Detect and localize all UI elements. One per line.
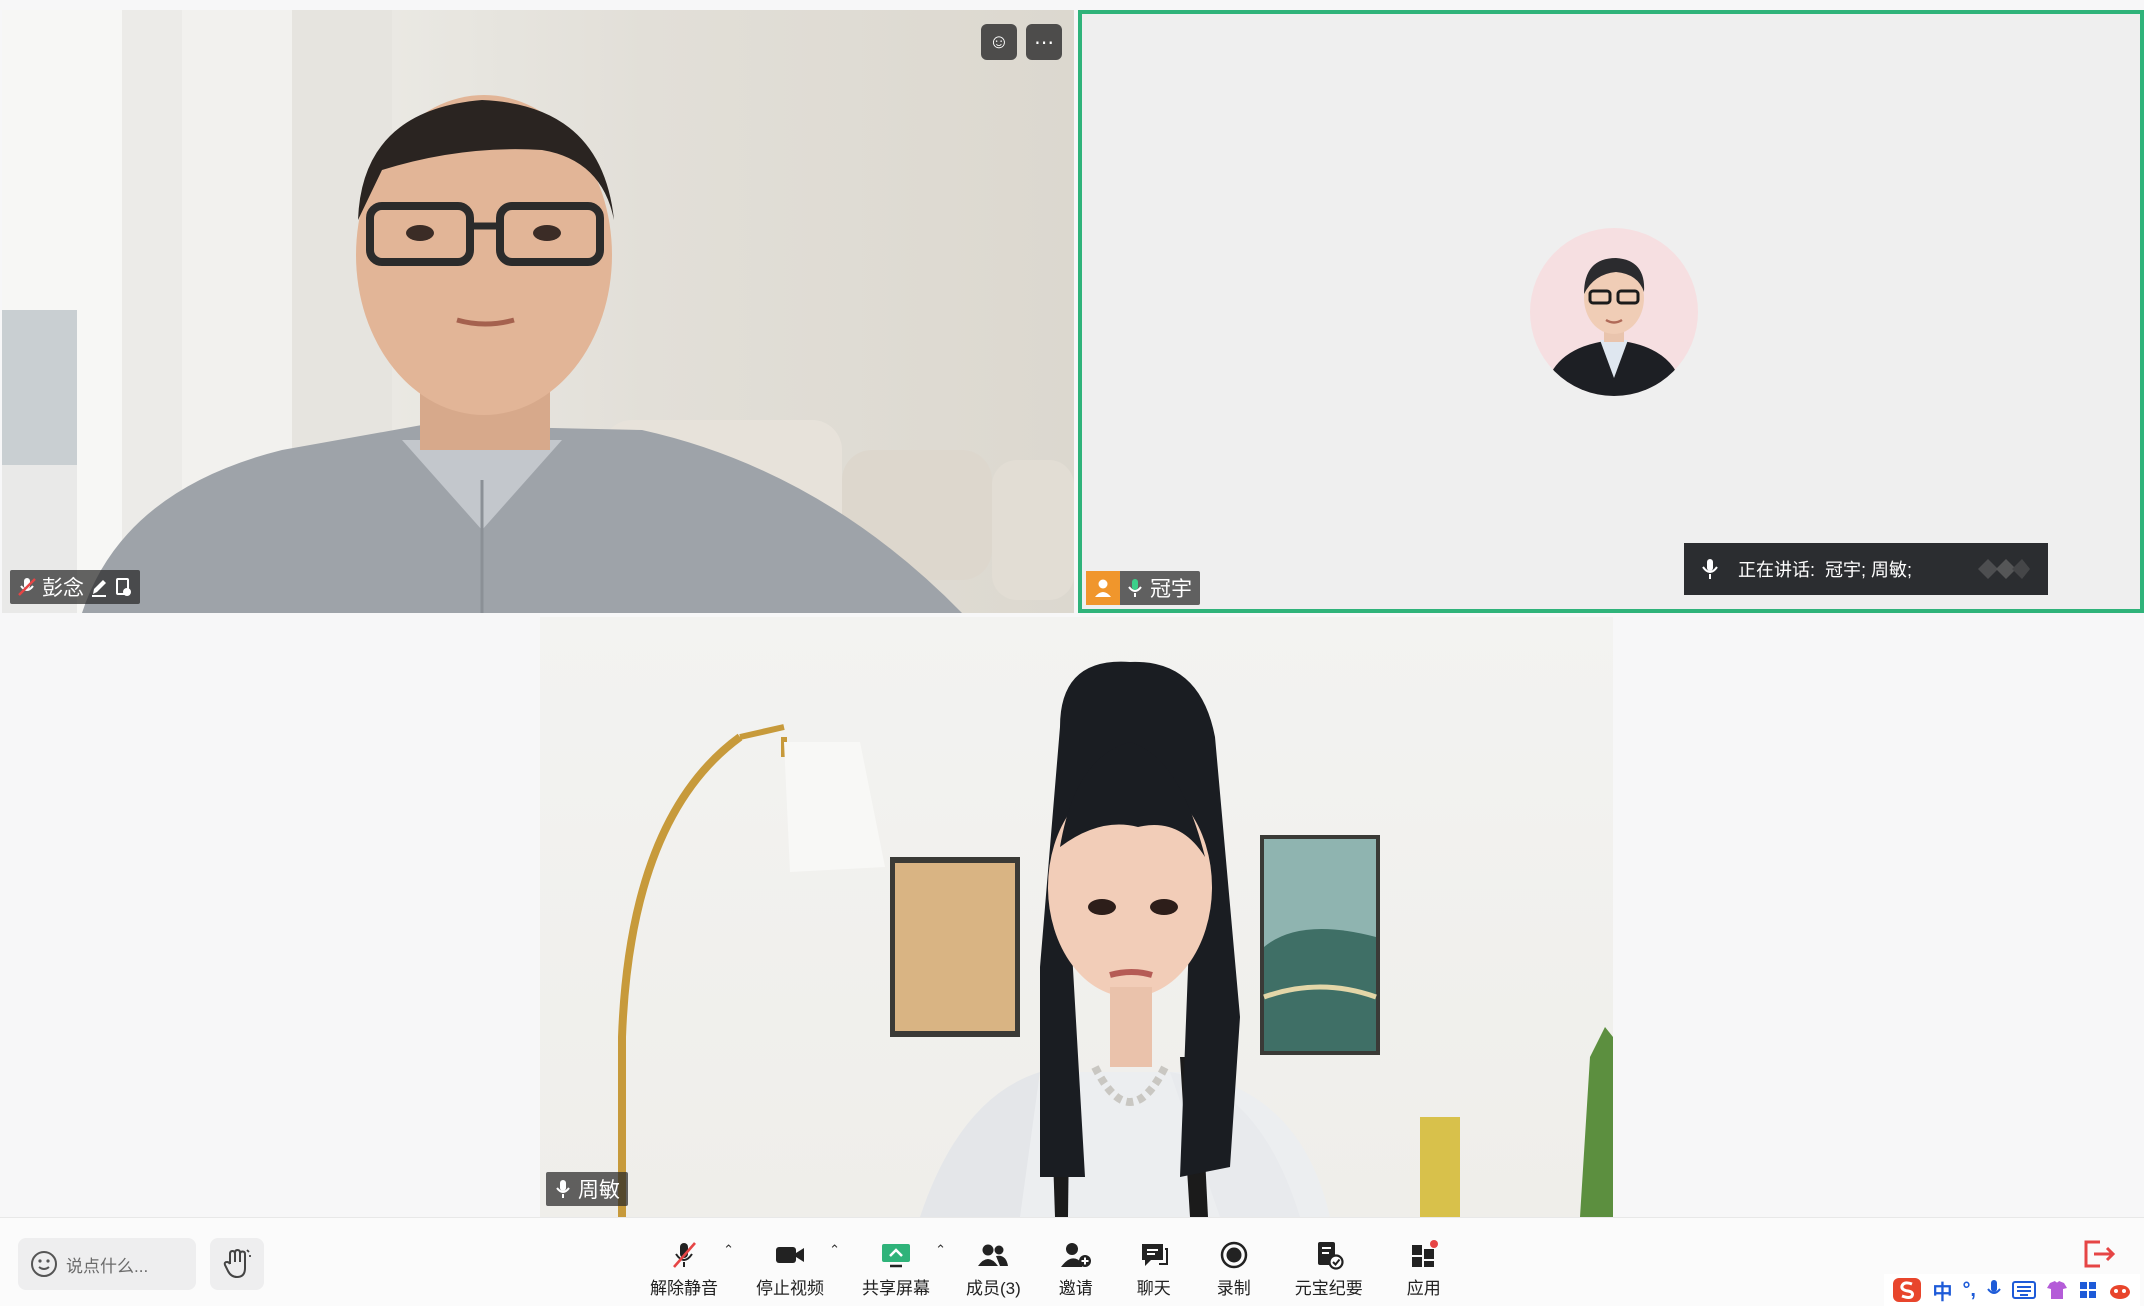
chevron-up-icon[interactable]: ⌃ <box>935 1242 946 1258</box>
emoji-icon[interactable] <box>30 1250 58 1278</box>
apps-label: 应用 <box>1406 1279 1441 1298</box>
members-button[interactable]: 成员(3) <box>966 1240 1021 1299</box>
mic-active-icon <box>1128 579 1142 597</box>
meeting-toolbar: 说点什么... 解除静音 ⌃ 停止视频 ⌃ 共享屏幕 ⌃ 成员(3) 邀请 聊天… <box>0 1217 2144 1306</box>
mic-icon <box>556 1180 570 1198</box>
raise-hand-button[interactable] <box>210 1238 264 1290</box>
chevron-up-icon[interactable]: ⌃ <box>723 1242 734 1258</box>
name-tag-zhoumin: 周敏 <box>546 1172 628 1206</box>
unmute-button[interactable]: 解除静音 ⌃ <box>650 1240 734 1299</box>
apps-button[interactable]: 应用 <box>1407 1240 1441 1299</box>
toolbox-icon[interactable] <box>2078 1280 2098 1300</box>
meeting-notes-button[interactable]: 元宝纪要 <box>1295 1240 1363 1299</box>
input-method-bar[interactable]: 中 °, <box>1884 1274 2140 1306</box>
stop-video-label: 停止视频 <box>756 1279 824 1298</box>
mic-muted-icon <box>18 578 36 596</box>
keyboard-icon[interactable] <box>2012 1281 2036 1299</box>
sogou-logo-icon <box>1893 1278 1922 1302</box>
annotate-pen-icon <box>92 580 106 597</box>
host-icon <box>1086 571 1120 605</box>
record-button[interactable]: 录制 <box>1217 1240 1251 1299</box>
members-icon <box>978 1244 1009 1266</box>
participant-name: 冠宇 <box>1150 578 1192 601</box>
quick-chat-input[interactable]: 说点什么... <box>18 1238 196 1290</box>
meeting-window: ☺ ⋯ 彭念 冠宇 正在讲话: 冠宇; 周敏; 周敏 说点什么... 解除静音 … <box>0 0 2144 1306</box>
share-screen-label: 共享屏幕 <box>862 1279 930 1298</box>
participant-video-pengnian <box>2 10 1074 613</box>
chevron-up-icon[interactable]: ⌃ <box>829 1242 840 1258</box>
avatar <box>1530 228 1698 396</box>
share-screen-icon <box>882 1244 910 1268</box>
participant-name: 彭念 <box>42 577 84 600</box>
chat-icon <box>1141 1244 1168 1266</box>
exit-icon <box>2084 1240 2116 1268</box>
chat-button[interactable]: 聊天 <box>1137 1240 1171 1299</box>
apps-icon <box>1411 1240 1438 1267</box>
meeting-notes-label: 元宝纪要 <box>1294 1279 1363 1298</box>
mic-off-icon <box>673 1242 696 1268</box>
stop-video-button[interactable]: 停止视频 ⌃ <box>756 1240 840 1299</box>
ime-mode[interactable]: 中 <box>1932 1276 1952 1305</box>
notes-icon <box>1317 1242 1344 1270</box>
leave-meeting-button[interactable] <box>2080 1238 2118 1270</box>
invite-button[interactable]: 邀请 <box>1059 1240 1093 1299</box>
share-screen-button[interactable]: 共享屏幕 ⌃ <box>862 1240 946 1299</box>
members-label: 成员(3) <box>966 1279 1021 1298</box>
document-icon <box>116 578 131 596</box>
video-tile-zhoumin[interactable]: 周敏 <box>540 617 1613 1217</box>
speaking-indicator: 正在讲话: 冠宇; 周敏; <box>1684 543 2048 595</box>
skin-icon[interactable] <box>2046 1280 2068 1300</box>
camera-icon <box>776 1247 804 1263</box>
more-options-icon[interactable]: ⋯ <box>1026 24 1062 60</box>
record-icon <box>1220 1241 1248 1269</box>
participant-name: 周敏 <box>578 1179 620 1202</box>
name-tag-guanyu: 冠宇 <box>1086 571 1200 605</box>
toolbar-actions: 解除静音 ⌃ 停止视频 ⌃ 共享屏幕 ⌃ 成员(3) 邀请 聊天 录制 元宝纪要… <box>650 1240 1441 1299</box>
chat-placeholder: 说点什么... <box>66 1256 149 1276</box>
invite-label: 邀请 <box>1058 1279 1093 1298</box>
unmute-label: 解除静音 <box>650 1279 718 1298</box>
video-tile-pengnian[interactable]: ☺ ⋯ 彭念 <box>2 10 1074 613</box>
name-tag-pengnian: 彭念 <box>10 570 140 604</box>
audio-wave-icon <box>1978 559 2030 579</box>
punctuation-icon[interactable]: °, <box>1962 1279 1976 1302</box>
participant-video-zhoumin <box>618 661 1613 1217</box>
chat-label: 聊天 <box>1136 1279 1171 1298</box>
invite-icon <box>1060 1243 1091 1267</box>
speaking-label: 正在讲话: <box>1738 560 1816 580</box>
mascot-icon[interactable] <box>2108 1280 2132 1300</box>
raise-hand-icon <box>223 1248 251 1279</box>
record-label: 录制 <box>1216 1279 1251 1298</box>
speaking-names: 冠宇; 周敏; <box>1825 560 1913 580</box>
mic-icon <box>1702 559 1718 579</box>
voice-input-icon[interactable] <box>1986 1279 2002 1301</box>
reaction-icon[interactable]: ☺ <box>981 24 1017 60</box>
